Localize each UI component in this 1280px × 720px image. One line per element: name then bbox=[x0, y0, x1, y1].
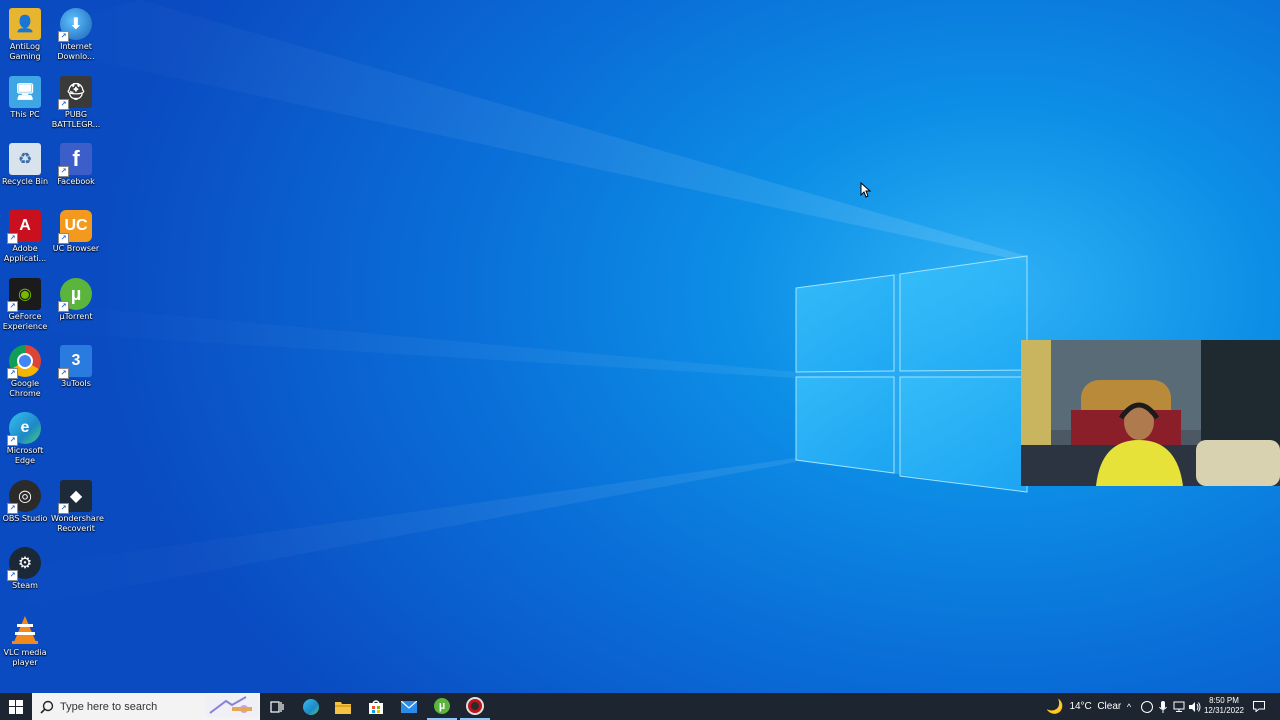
adobe-icon: A ↗ bbox=[7, 210, 41, 244]
desktop-icon-this-pc[interactable]: 🖥 This PC bbox=[0, 74, 50, 120]
desktop-icon-pubg[interactable]: ⛑ ↗ PUBG BATTLEGR... bbox=[51, 74, 101, 130]
desktop-icon-uc-browser[interactable]: UC ↗ UC Browser bbox=[51, 208, 101, 254]
weather-text: 14°C Clear bbox=[1069, 701, 1122, 712]
desktop-icon-utorrent[interactable]: µ ↗ µTorrent bbox=[51, 276, 101, 322]
webcam-overlay bbox=[1021, 340, 1280, 486]
taskbar-mail-button[interactable] bbox=[394, 693, 424, 720]
pubg-icon: ⛑ ↗ bbox=[58, 76, 92, 110]
recoverit-icon: ◆ ↗ bbox=[58, 480, 92, 514]
start-button[interactable] bbox=[0, 693, 32, 720]
folder-icon bbox=[335, 701, 351, 714]
desktop-icon-recycle-bin[interactable]: ♻ Recycle Bin bbox=[0, 141, 50, 187]
icon-label: This PC bbox=[10, 110, 40, 119]
search-placeholder: Type here to search bbox=[60, 700, 158, 713]
clock[interactable]: 8:50 PM 12/31/2022 bbox=[1203, 696, 1245, 716]
desktop-icon-steam[interactable]: ⚙ ↗ Steam bbox=[0, 545, 50, 591]
icon-label: Recycle Bin bbox=[1, 177, 49, 186]
obs-icon: ◎ ↗ bbox=[7, 480, 41, 514]
weather-widget[interactable]: 🌙 14°C Clear bbox=[1046, 693, 1121, 720]
icon-label: UC Browser bbox=[52, 244, 100, 253]
notification-icon bbox=[1253, 701, 1265, 712]
icon-label: Microsoft Edge bbox=[6, 446, 44, 465]
taskbar-edge-button[interactable] bbox=[296, 693, 326, 720]
microphone-icon bbox=[1159, 700, 1167, 713]
icon-label: 3uTools bbox=[61, 379, 91, 388]
icon-label: Internet Downlo... bbox=[57, 42, 95, 61]
folder-user-icon: 👤 bbox=[9, 8, 41, 40]
network-button[interactable] bbox=[1171, 693, 1187, 720]
windows-logo-icon bbox=[9, 699, 23, 714]
clock-date: 12/31/2022 bbox=[1203, 706, 1245, 715]
icon-label: Adobe Applicati... bbox=[3, 244, 47, 263]
taskbar-obs-button[interactable] bbox=[460, 693, 490, 720]
mail-icon bbox=[401, 700, 417, 713]
obs-icon bbox=[466, 696, 484, 715]
vlc-icon bbox=[9, 614, 41, 646]
search-highlight-illustration bbox=[206, 695, 258, 717]
desktop-icon-edge[interactable]: e ↗ Microsoft Edge bbox=[0, 410, 50, 466]
utorrent-icon: µ ↗ bbox=[58, 278, 92, 312]
store-icon bbox=[369, 699, 383, 714]
mouse-cursor-icon bbox=[860, 182, 872, 198]
internet-download-manager-icon: ⬇ ↗ bbox=[58, 8, 92, 42]
utorrent-icon: µ bbox=[434, 697, 450, 714]
recycle-bin-icon: ♻ bbox=[9, 143, 41, 175]
desktop-icon-facebook[interactable]: f ↗ Facebook bbox=[51, 141, 101, 187]
task-view-icon bbox=[270, 700, 284, 713]
desktop-icon-3utools[interactable]: 3 ↗ 3uTools bbox=[51, 343, 101, 389]
chevron-up-icon: ^ bbox=[1126, 701, 1132, 712]
task-view-button[interactable] bbox=[262, 693, 292, 720]
icon-label: OBS Studio bbox=[2, 514, 48, 523]
webcam-feed-image bbox=[1021, 340, 1280, 486]
desktop-icon-adobe[interactable]: A ↗ Adobe Applicati... bbox=[0, 208, 50, 264]
microphone-button[interactable] bbox=[1155, 693, 1171, 720]
edge-icon: e ↗ bbox=[7, 412, 41, 446]
volume-button[interactable] bbox=[1187, 693, 1203, 720]
icon-label: Steam bbox=[12, 581, 38, 590]
clock-time: 8:50 PM bbox=[1209, 696, 1239, 705]
desktop-icon-internet-download-manager[interactable]: ⬇ ↗ Internet Downlo... bbox=[51, 6, 101, 62]
desktop-icon-chrome[interactable]: ↗ Google Chrome bbox=[0, 343, 50, 399]
edge-icon bbox=[303, 698, 319, 715]
facebook-icon: f ↗ bbox=[58, 143, 92, 177]
desktop-icon-obs[interactable]: ◎ ↗ OBS Studio bbox=[0, 478, 50, 524]
volume-icon bbox=[1189, 701, 1201, 712]
icon-label: GeForce Experience bbox=[2, 312, 48, 331]
taskbar-search-box[interactable]: Type here to search bbox=[32, 693, 260, 720]
taskbar-file-explorer-button[interactable] bbox=[328, 693, 358, 720]
taskbar-store-button[interactable] bbox=[361, 693, 391, 720]
icon-label: PUBG BATTLEGR... bbox=[51, 110, 101, 129]
search-icon bbox=[40, 700, 54, 714]
desktop-icon-geforce[interactable]: ◉ ↗ GeForce Experience bbox=[0, 276, 50, 332]
show-hidden-icons-button[interactable]: ^ bbox=[1122, 693, 1136, 720]
icon-label: VLC media player bbox=[3, 648, 47, 667]
uc-browser-icon: UC ↗ bbox=[58, 210, 92, 244]
icon-label: µTorrent bbox=[59, 312, 93, 321]
network-icon bbox=[1173, 701, 1185, 712]
icon-label: AntiLog Gaming bbox=[9, 42, 41, 61]
taskbar-utorrent-button[interactable]: µ bbox=[427, 693, 457, 720]
desktop[interactable]: 👤 AntiLog Gaming 🖥 This PC ♻ Recycle Bin… bbox=[0, 0, 1280, 693]
action-center-button[interactable] bbox=[1249, 693, 1269, 720]
desktop-icon-antilog-gaming[interactable]: 👤 AntiLog Gaming bbox=[0, 6, 50, 62]
icon-label: Google Chrome bbox=[9, 379, 41, 398]
chrome-icon: ↗ bbox=[7, 345, 41, 379]
tray-app-button[interactable] bbox=[1139, 693, 1155, 720]
moon-icon: 🌙 bbox=[1046, 698, 1064, 714]
this-pc-icon: 🖥 bbox=[9, 76, 41, 108]
geforce-icon: ◉ ↗ bbox=[7, 278, 41, 312]
icon-label: Facebook bbox=[57, 177, 95, 186]
taskbar: Type here to search µ 🌙 14°C Clear ^ 8:5… bbox=[0, 693, 1280, 720]
tray-app-icon bbox=[1141, 700, 1153, 713]
desktop-icon-wondershare-recoverit[interactable]: ◆ ↗ Wondershare Recoverit bbox=[51, 478, 104, 534]
3utools-icon: 3 ↗ bbox=[58, 345, 92, 379]
desktop-icon-vlc[interactable]: VLC media player bbox=[0, 612, 50, 668]
steam-icon: ⚙ ↗ bbox=[7, 547, 41, 581]
icon-label: Wondershare Recoverit bbox=[51, 514, 104, 533]
